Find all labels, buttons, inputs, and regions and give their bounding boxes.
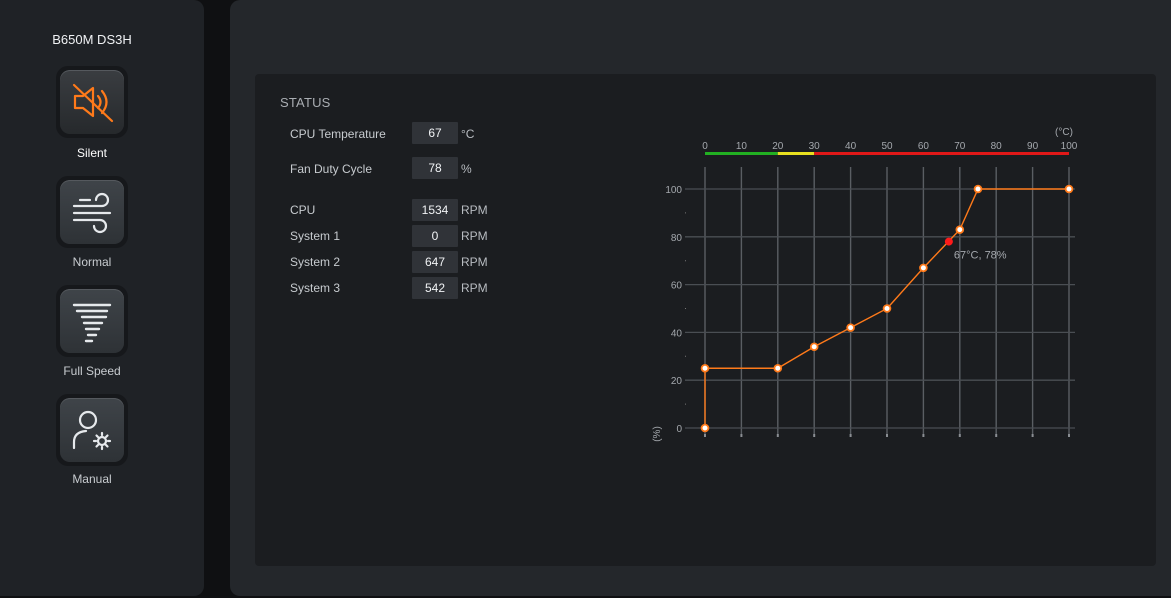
fan-system2-label: System 2 <box>290 255 341 269</box>
fan-cpu-unit: RPM <box>461 203 488 217</box>
fan-curve-point <box>809 342 819 352</box>
fan-curve-point <box>1064 184 1074 194</box>
fan-curve-point <box>973 184 983 194</box>
mode-manual-label: Manual <box>72 472 112 486</box>
y-tick-label: 0 <box>676 424 682 435</box>
fan-curve-point <box>846 323 855 332</box>
y-unit-label: (%) <box>652 426 663 442</box>
y-tick-label: 60 <box>671 281 683 292</box>
x-tick-label: 60 <box>918 141 930 152</box>
mode-silent-button[interactable] <box>56 66 128 138</box>
fan-system1-label: System 1 <box>290 229 341 243</box>
fan-system1-value: 0 <box>412 225 458 247</box>
x-unit-label: (°C) <box>1055 127 1073 138</box>
x-tick-label: 50 <box>881 141 893 152</box>
fan-curve-point <box>700 423 710 433</box>
fan-duty-cycle-value: 78 <box>412 157 458 179</box>
temperature-scale-segment <box>777 152 815 155</box>
fan-duty-cycle-label: Fan Duty Cycle <box>290 162 373 176</box>
cpu-temperature-unit: °C <box>461 127 475 141</box>
x-tick-label: 0 <box>702 141 708 152</box>
fan-cpu-value: 1534 <box>412 199 458 221</box>
mode-normal-button[interactable] <box>56 176 128 248</box>
temperature-scale-segment <box>705 152 778 155</box>
fan-system2-value: 647 <box>412 251 458 273</box>
x-tick-label: 10 <box>736 141 748 152</box>
mode-full-speed-button[interactable] <box>56 285 128 357</box>
x-tick-label: 40 <box>845 141 857 152</box>
fan-cpu-label: CPU <box>290 203 316 217</box>
user-gear-icon <box>72 410 112 451</box>
y-tick-label: 100 <box>665 185 682 196</box>
cpu-temperature-label: CPU Temperature <box>290 127 386 141</box>
y-tick-label: 80 <box>671 233 683 244</box>
mode-manual-button[interactable] <box>56 394 128 466</box>
fan-curve-point <box>882 304 892 313</box>
fan-system1-unit: RPM <box>461 229 488 243</box>
temperature-scale-segment <box>814 152 1069 155</box>
board-name: B650M DS3H <box>52 32 132 47</box>
x-tick-label: 20 <box>772 141 784 152</box>
x-tick-label: 90 <box>1027 141 1039 152</box>
fan-curve-point <box>700 363 710 373</box>
status-title: STATUS <box>280 95 331 110</box>
y-tick-label: 20 <box>671 376 683 387</box>
x-tick-label: 30 <box>809 141 821 152</box>
mode-silent-label: Silent <box>76 146 108 160</box>
x-tick-label: 70 <box>954 141 966 152</box>
x-tick-label: 100 <box>1061 141 1078 152</box>
wind-icon <box>72 192 112 234</box>
fan-curve-point <box>773 363 783 373</box>
fan-system3-value: 542 <box>412 277 458 299</box>
tornado-icon <box>72 303 112 343</box>
fan-system3-unit: RPM <box>461 281 488 295</box>
fan-system3-label: System 3 <box>290 281 341 295</box>
current-point-label: 67°C, 78% <box>954 250 1007 262</box>
fan-curve-point <box>955 225 965 234</box>
fan-curve-point <box>919 263 928 273</box>
sidebar: B650M DS3H Silent Normal Full Speed Manu… <box>0 0 204 596</box>
speaker-mute-icon <box>72 83 114 123</box>
fan-curve-chart: 0 20 40 60 80 100 0 10 20 30 40 50 60 70 80 90 100 (°C) (%… <box>652 127 1078 442</box>
mode-full-speed-label: Full Speed <box>63 364 121 378</box>
x-tick-label: 80 <box>991 141 1003 152</box>
mode-normal-label: Normal <box>72 255 112 269</box>
current-operating-point <box>944 237 953 246</box>
y-tick-label: 40 <box>671 328 683 339</box>
fan-system2-unit: RPM <box>461 255 488 269</box>
fan-duty-cycle-unit: % <box>461 162 472 176</box>
cpu-temperature-value: 67 <box>412 122 458 144</box>
